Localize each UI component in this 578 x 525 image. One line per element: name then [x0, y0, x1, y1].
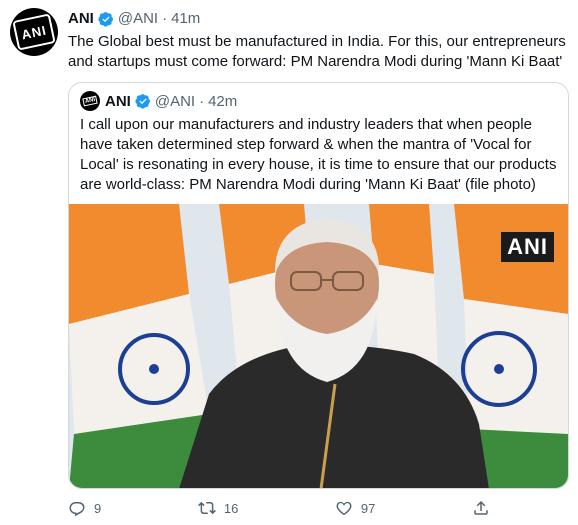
reply-count: 9 [94, 500, 102, 516]
separator-dot: · [199, 92, 205, 110]
quoted-tweet[interactable]: ANI ANI @ANI · 42m I call upon our manuf… [68, 82, 569, 489]
ani-logo-text: ANI [20, 22, 48, 42]
tweet-text: The Global best must be manufactured in … [68, 33, 566, 70]
reply-icon [69, 502, 85, 517]
like-icon [336, 501, 352, 516]
ani-logo: ANI [12, 13, 56, 51]
quoted-author-handle: @ANI [154, 92, 196, 110]
tweet-timestamp[interactable]: 41m [171, 10, 200, 27]
quoted-author-name: ANI [105, 92, 131, 110]
retweet-button[interactable]: 16 [197, 499, 239, 517]
quoted-photo[interactable]: ANI [69, 204, 568, 488]
tweet[interactable]: ANI ANI @ANI · 41m The Global best must … [0, 0, 578, 525]
quoted-author-avatar: ANI [80, 91, 100, 111]
ani-watermark: ANI [501, 232, 554, 262]
verified-badge-icon [135, 94, 150, 109]
author-name[interactable]: ANI [68, 10, 94, 27]
like-button[interactable]: 97 [335, 499, 375, 517]
tweet-actions: 9 16 97 [68, 499, 498, 517]
retweet-count: 16 [223, 500, 239, 516]
author-avatar[interactable]: ANI [10, 8, 58, 56]
share-button[interactable] [472, 499, 498, 517]
retweet-icon [197, 501, 216, 515]
tweet-header: ANI @ANI · 41m [68, 10, 200, 27]
author-handle[interactable]: @ANI [118, 10, 158, 27]
quoted-tweet-text: I call upon our manufacturers and indust… [80, 116, 557, 193]
photo-scene [69, 204, 568, 488]
watermark-text: ANI [507, 234, 548, 259]
quoted-timestamp: 42m [208, 92, 238, 110]
quoted-tweet-header: ANI ANI @ANI · 42m [80, 91, 237, 111]
like-count: 97 [360, 500, 376, 516]
verified-badge-icon [98, 11, 113, 27]
reply-button[interactable]: 9 [68, 499, 101, 517]
quoted-ani-logo-text: ANI [82, 95, 98, 107]
share-icon [474, 500, 488, 515]
separator-dot: · [162, 10, 168, 27]
